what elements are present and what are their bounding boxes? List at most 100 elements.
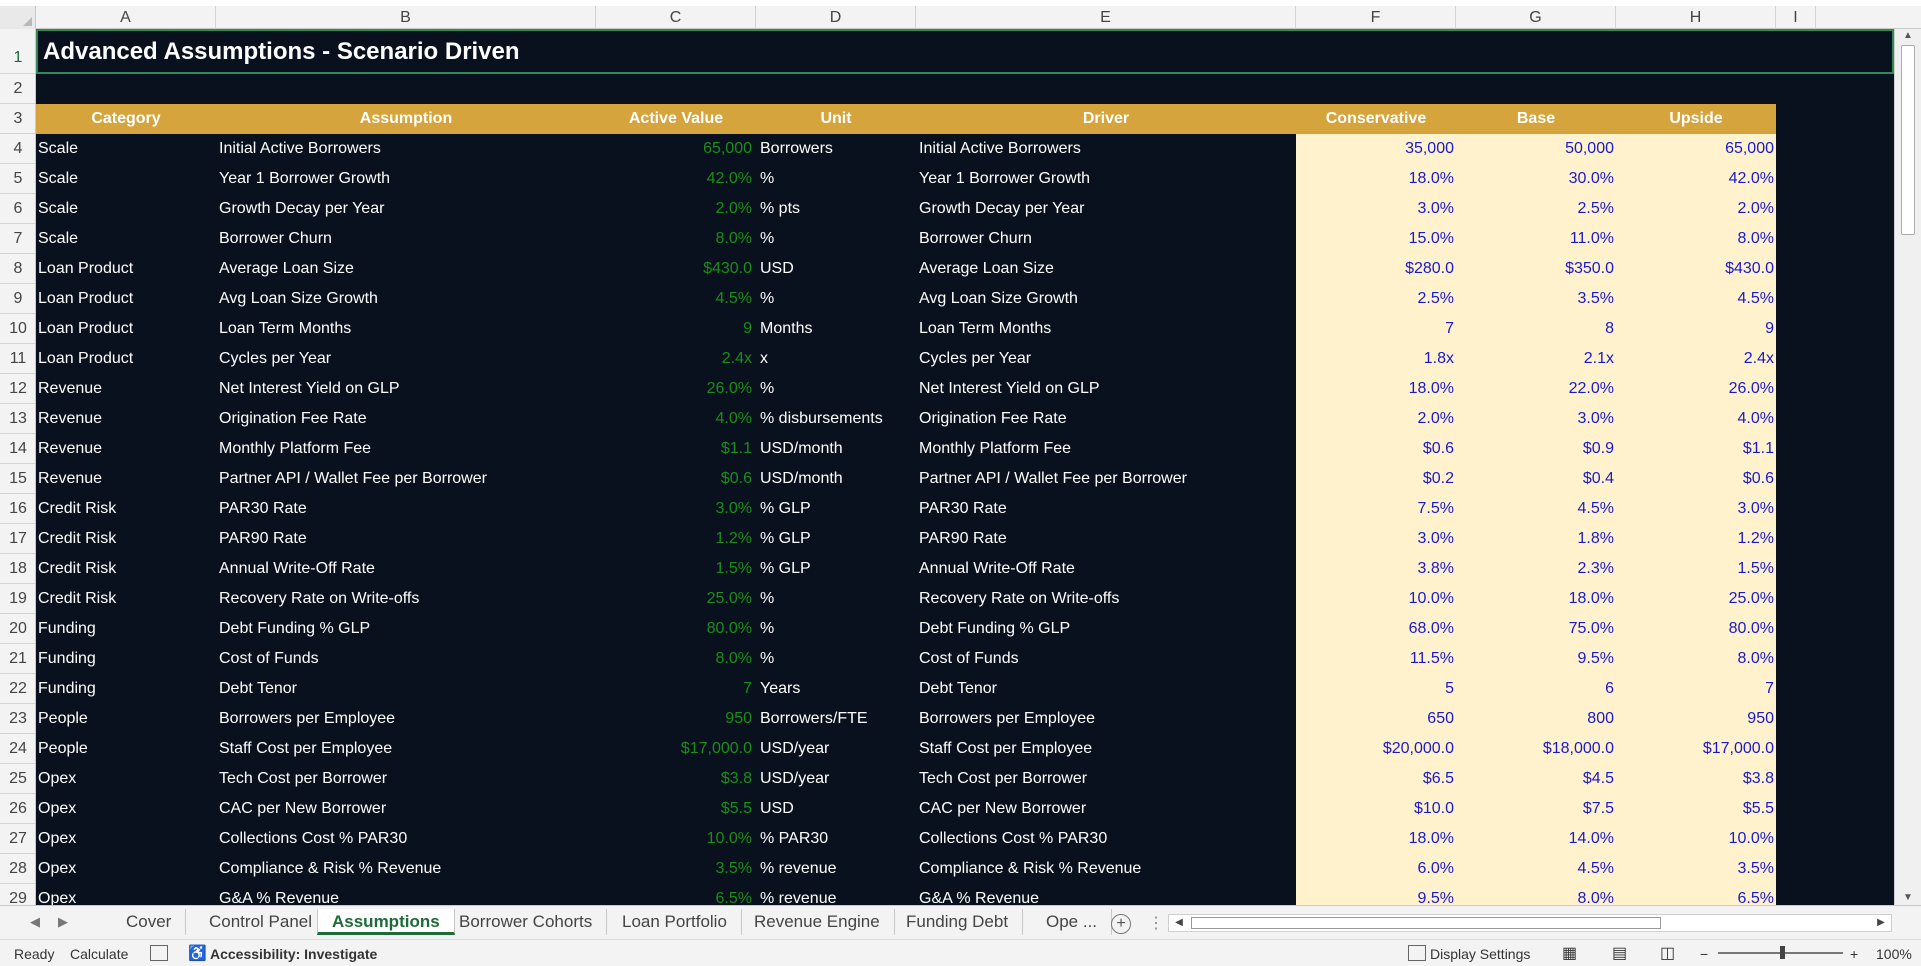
upside-cell[interactable]: 2.4x (1616, 344, 1774, 374)
base-cell[interactable]: 14.0% (1456, 824, 1614, 854)
conservative-cell[interactable]: $0.2 (1296, 464, 1454, 494)
assumption-cell[interactable]: Year 1 Borrower Growth (216, 164, 596, 194)
row-header-24[interactable]: 24 (0, 734, 35, 764)
unit-cell[interactable]: USD (756, 254, 916, 284)
row-header-4[interactable]: 4 (0, 134, 35, 164)
driver-cell[interactable]: Debt Tenor (916, 674, 1296, 704)
base-cell[interactable]: $350.0 (1456, 254, 1614, 284)
macro-recorder-icon[interactable] (150, 945, 168, 961)
base-cell[interactable]: 8.0% (1456, 884, 1614, 905)
title-cell[interactable]: Advanced Assumptions - Scenario Driven (36, 29, 1894, 74)
unit-cell[interactable]: % GLP (756, 524, 916, 554)
category-cell[interactable]: Scale (36, 164, 216, 194)
conservative-cell[interactable]: $6.5 (1296, 764, 1454, 794)
upside-cell[interactable]: $17,000.0 (1616, 734, 1774, 764)
category-cell[interactable]: Credit Risk (36, 554, 216, 584)
category-cell[interactable]: Opex (36, 824, 216, 854)
assumption-cell[interactable]: Average Loan Size (216, 254, 596, 284)
category-cell[interactable]: Revenue (36, 404, 216, 434)
category-cell[interactable]: Loan Product (36, 314, 216, 344)
row-header-13[interactable]: 13 (0, 404, 35, 434)
horizontal-scroll-thumb[interactable] (1191, 917, 1661, 929)
assumption-cell[interactable]: Net Interest Yield on GLP (216, 374, 596, 404)
scroll-up-icon[interactable]: ▲ (1900, 29, 1916, 43)
driver-cell[interactable]: Collections Cost % PAR30 (916, 824, 1296, 854)
category-cell[interactable]: Opex (36, 764, 216, 794)
category-cell[interactable]: Credit Risk (36, 494, 216, 524)
conservative-cell[interactable]: 6.0% (1296, 854, 1454, 884)
accessibility-icon[interactable]: ♿ (188, 945, 207, 963)
base-cell[interactable]: 1.8% (1456, 524, 1614, 554)
assumption-cell[interactable]: CAC per New Borrower (216, 794, 596, 824)
conservative-cell[interactable]: 3.0% (1296, 194, 1454, 224)
category-cell[interactable]: Loan Product (36, 254, 216, 284)
base-cell[interactable]: 30.0% (1456, 164, 1614, 194)
category-cell[interactable]: Opex (36, 854, 216, 884)
base-cell[interactable]: $0.9 (1456, 434, 1614, 464)
base-cell[interactable]: 3.0% (1456, 404, 1614, 434)
base-cell[interactable]: 4.5% (1456, 854, 1614, 884)
conservative-cell[interactable]: 35,000 (1296, 134, 1454, 164)
upside-cell[interactable]: 6.5% (1616, 884, 1774, 905)
sheet-tab-ope[interactable]: Ope ... (1032, 909, 1113, 935)
active-value-cell[interactable]: 25.0% (596, 584, 752, 614)
unit-cell[interactable]: Months (756, 314, 916, 344)
calculate-button[interactable]: Calculate (70, 945, 128, 963)
upside-cell[interactable]: 8.0% (1616, 224, 1774, 254)
normal-view-icon[interactable]: ▦ (1562, 945, 1577, 963)
active-value-cell[interactable]: 3.5% (596, 854, 752, 884)
active-value-cell[interactable]: 2.0% (596, 194, 752, 224)
row-header-3[interactable]: 3 (0, 104, 35, 134)
zoom-level[interactable]: 100% (1876, 945, 1912, 963)
category-cell[interactable]: Credit Risk (36, 584, 216, 614)
row-header-11[interactable]: 11 (0, 344, 35, 374)
base-cell[interactable]: 3.5% (1456, 284, 1614, 314)
row-header-5[interactable]: 5 (0, 164, 35, 194)
driver-cell[interactable]: Annual Write-Off Rate (916, 554, 1296, 584)
upside-cell[interactable]: $1.1 (1616, 434, 1774, 464)
base-cell[interactable]: 9.5% (1456, 644, 1614, 674)
unit-cell[interactable]: % GLP (756, 494, 916, 524)
row-header-17[interactable]: 17 (0, 524, 35, 554)
conservative-cell[interactable]: 15.0% (1296, 224, 1454, 254)
base-cell[interactable]: 18.0% (1456, 584, 1614, 614)
tab-scroll-right-icon[interactable]: ▶ (58, 914, 68, 930)
unit-cell[interactable]: USD/month (756, 464, 916, 494)
assumption-cell[interactable]: Initial Active Borrowers (216, 134, 596, 164)
base-cell[interactable]: 4.5% (1456, 494, 1614, 524)
assumption-cell[interactable]: Growth Decay per Year (216, 194, 596, 224)
active-value-cell[interactable]: 65,000 (596, 134, 752, 164)
upside-cell[interactable]: 4.5% (1616, 284, 1774, 314)
unit-cell[interactable]: % (756, 224, 916, 254)
zoom-slider-knob[interactable] (1780, 946, 1785, 959)
add-sheet-icon[interactable]: + (1111, 914, 1131, 934)
sheet-tab-loan-portfolio[interactable]: Loan Portfolio (608, 909, 742, 935)
unit-cell[interactable]: x (756, 344, 916, 374)
scroll-right-icon[interactable]: ▶ (1873, 915, 1889, 931)
unit-cell[interactable]: % (756, 614, 916, 644)
active-value-cell[interactable]: $1.1 (596, 434, 752, 464)
category-cell[interactable]: Funding (36, 674, 216, 704)
row-header-9[interactable]: 9 (0, 284, 35, 314)
driver-cell[interactable]: G&A % Revenue (916, 884, 1296, 905)
assumption-cell[interactable]: Avg Loan Size Growth (216, 284, 596, 314)
driver-cell[interactable]: PAR90 Rate (916, 524, 1296, 554)
upside-cell[interactable]: 65,000 (1616, 134, 1774, 164)
unit-cell[interactable]: Years (756, 674, 916, 704)
upside-cell[interactable]: $0.6 (1616, 464, 1774, 494)
worksheet-grid[interactable]: Advanced Assumptions - Scenario Driven C… (36, 29, 1894, 905)
driver-cell[interactable]: Debt Funding % GLP (916, 614, 1296, 644)
assumption-cell[interactable]: Debt Tenor (216, 674, 596, 704)
active-value-cell[interactable]: 4.0% (596, 404, 752, 434)
active-value-cell[interactable]: 7 (596, 674, 752, 704)
assumption-cell[interactable]: Borrower Churn (216, 224, 596, 254)
upside-cell[interactable]: 25.0% (1616, 584, 1774, 614)
page-layout-view-icon[interactable]: ▤ (1612, 945, 1627, 963)
unit-cell[interactable]: USD/year (756, 734, 916, 764)
row-header-27[interactable]: 27 (0, 824, 35, 854)
header-assumption[interactable]: Assumption (216, 104, 596, 134)
unit-cell[interactable]: % GLP (756, 554, 916, 584)
sheet-tab-assumptions[interactable]: Assumptions (317, 909, 455, 935)
upside-cell[interactable]: 1.5% (1616, 554, 1774, 584)
row-header-26[interactable]: 26 (0, 794, 35, 824)
